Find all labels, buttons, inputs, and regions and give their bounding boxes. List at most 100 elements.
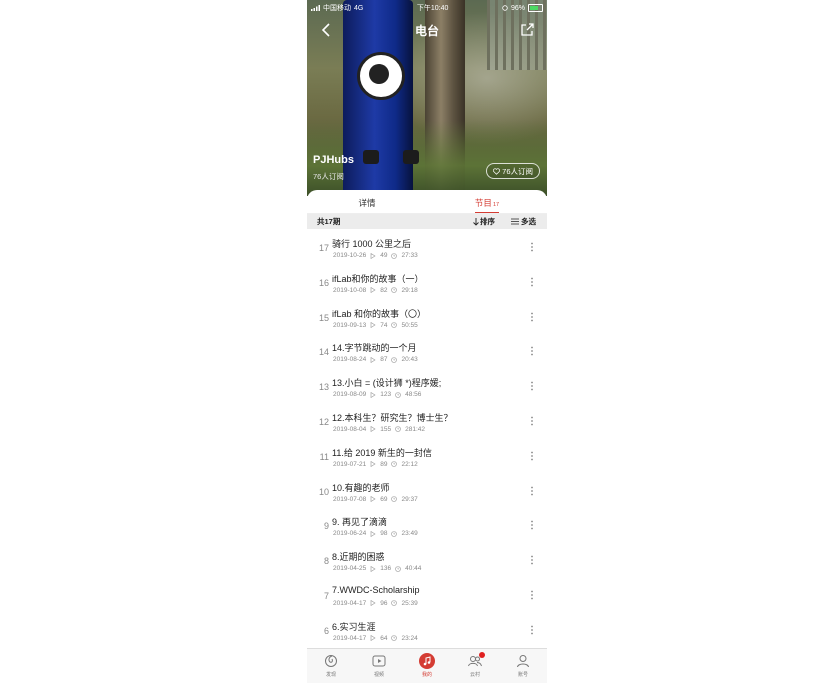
episode-row[interactable]: 12 12.本科生？研究生？博士生？ 2019-08-04 155 281:42	[307, 406, 547, 441]
episode-plays: 87	[380, 356, 388, 364]
episode-number: 12	[318, 416, 329, 427]
tab-details[interactable]: 详情	[307, 190, 427, 214]
more-options-icon[interactable]	[529, 554, 535, 566]
episode-date: 2019-08-04	[333, 425, 367, 433]
clock-icon	[391, 357, 398, 363]
bottom-tab-label: 视频	[373, 672, 384, 678]
episode-date: 2019-04-25	[333, 565, 367, 573]
more-options-icon[interactable]	[529, 485, 535, 497]
clock-icon	[391, 322, 398, 328]
play-count-icon	[370, 426, 376, 433]
episode-row[interactable]: 15 ifLab 和你的故事（〇） 2019-09-13 74 50:55	[307, 302, 547, 337]
episode-number: 17	[318, 243, 329, 253]
more-options-icon[interactable]	[529, 450, 535, 462]
bottom-tab-label: 云村	[469, 672, 480, 678]
episode-duration: 29:37	[401, 495, 418, 503]
episode-date: 2019-07-08	[333, 495, 367, 503]
multi-select-button[interactable]: 多选	[511, 216, 536, 227]
episode-row[interactable]: 14 14.字节跳动的一个月 2019-08-24 87 20:43	[307, 336, 547, 371]
episode-meta: 2019-08-04 155 281:42	[333, 426, 425, 433]
back-arrow-icon[interactable]	[319, 22, 335, 38]
bottom-tab-community[interactable]: 云村	[451, 649, 499, 683]
episode-meta: 2019-06-24 98 23:49	[333, 530, 418, 537]
episode-row[interactable]: 10 10.有趣的老师 2019-07-08 69 29:37	[307, 476, 547, 511]
episode-title: 9. 再见了滴滴	[332, 517, 388, 528]
episode-meta: 2019-08-09 123 48:56	[333, 391, 421, 398]
episode-number: 8	[323, 556, 329, 567]
share-icon[interactable]	[519, 22, 535, 38]
episode-meta: 2019-04-17 96 25:39	[333, 600, 418, 607]
episode-duration: 20:43	[401, 356, 418, 364]
more-options-icon[interactable]	[529, 415, 535, 427]
episode-row[interactable]: 11 11.给 2019 新生的一封信 2019-07-21 89 22:12	[307, 441, 547, 476]
episode-row[interactable]: 6 6.实习生涯 2019-04-17 64 23:24	[307, 615, 547, 650]
lock-rotation-icon	[502, 5, 508, 11]
bottom-tab-bar: 发现 视频 我的 云村 账号	[307, 648, 547, 683]
subscribe-button[interactable]: 76人订阅	[486, 163, 540, 179]
bottom-tab-discover[interactable]: 发现	[307, 649, 355, 683]
bottom-tab-account[interactable]: 账号	[499, 649, 547, 683]
play-count-icon	[370, 391, 376, 398]
more-options-icon[interactable]	[529, 345, 535, 357]
list-icon	[511, 218, 519, 225]
carrier-label: 中国移动	[323, 5, 351, 12]
episode-row[interactable]: 16 ifLab和你的故事（一） 2019-10-08 82 29:18	[307, 267, 547, 302]
play-count-icon	[370, 461, 376, 468]
more-options-icon[interactable]	[529, 276, 535, 288]
page-title: 电台	[414, 23, 439, 38]
episode-row[interactable]: 7 7.WWDC-Scholarship 2019-04-17 96 25:39	[307, 580, 547, 615]
play-count-icon	[370, 530, 376, 537]
episode-title: 13.小白 = (设计狮 *)程序媛;	[332, 378, 442, 389]
skateboard-wheel	[363, 150, 379, 164]
episode-number: 15	[318, 312, 329, 323]
bottom-tab-video[interactable]: 视频	[355, 649, 403, 683]
status-time: 下午10:40	[416, 5, 449, 12]
bottom-tab-mine[interactable]: 我的	[403, 649, 451, 683]
episode-meta: 2019-10-08 82 29:18	[333, 287, 418, 294]
episode-title: 12.本科生？研究生？博士生？	[332, 412, 453, 423]
list-toolbar: 共17期 排序 多选	[307, 214, 547, 229]
notification-dot	[479, 652, 485, 658]
episode-meta: 2019-04-17 64 23:24	[333, 635, 418, 642]
episode-number: 16	[318, 277, 329, 288]
music-note-icon	[419, 653, 435, 669]
clock-icon	[391, 287, 398, 294]
sort-button[interactable]: 排序	[473, 216, 495, 227]
clock-icon	[391, 600, 398, 607]
episode-date: 2019-04-17	[333, 634, 367, 642]
episode-row[interactable]: 9 9. 再见了滴滴 2019-06-24 98 23:49	[307, 510, 547, 545]
episode-plays: 49	[380, 252, 388, 259]
clock-icon	[395, 391, 401, 398]
episode-duration: 27:33	[401, 252, 418, 259]
episode-meta: 2019-07-21 89 22:12	[333, 461, 418, 468]
more-options-icon[interactable]	[529, 241, 535, 253]
episode-date: 2019-09-13	[333, 321, 367, 329]
clock-icon	[391, 635, 398, 642]
episode-title: 7.WWDC-Scholarship	[332, 584, 420, 595]
battery-icon	[527, 4, 543, 12]
more-options-icon[interactable]	[529, 380, 535, 392]
episode-meta: 2019-09-13 74 50:55	[333, 322, 418, 329]
status-bar: 中国移动 4G 下午10:40 96%	[307, 0, 547, 16]
episode-duration: 281:42	[405, 425, 425, 433]
play-count-icon	[370, 496, 376, 503]
more-options-icon[interactable]	[529, 311, 535, 323]
episode-row[interactable]: 8 8.近期的困惑 2019-04-25 136 40:44	[307, 545, 547, 580]
more-options-icon[interactable]	[529, 519, 535, 531]
battery-percent: 96%	[510, 4, 525, 12]
heart-icon	[493, 167, 501, 175]
play-count-icon	[370, 252, 376, 259]
episode-row[interactable]: 13 13.小白 = (设计狮 *)程序媛; 2019-08-09 123 48:56	[307, 371, 547, 406]
episode-duration: 48:56	[405, 391, 422, 399]
more-options-icon[interactable]	[529, 589, 535, 601]
radio-name: PJHubs	[313, 154, 354, 166]
radio-tabs: 详情 节目17	[307, 190, 547, 214]
episode-row[interactable]: 17 骑行 1000 公里之后 2019-10-26 49 27:33	[307, 232, 547, 267]
more-options-icon[interactable]	[529, 624, 535, 636]
tab-programs[interactable]: 节目17	[427, 190, 547, 214]
clock-icon	[391, 252, 398, 259]
episode-number: 11	[319, 451, 329, 462]
episode-date: 2019-06-24	[333, 530, 367, 538]
episode-number: 10	[318, 486, 329, 497]
bottom-tab-label: 我的	[421, 672, 432, 678]
